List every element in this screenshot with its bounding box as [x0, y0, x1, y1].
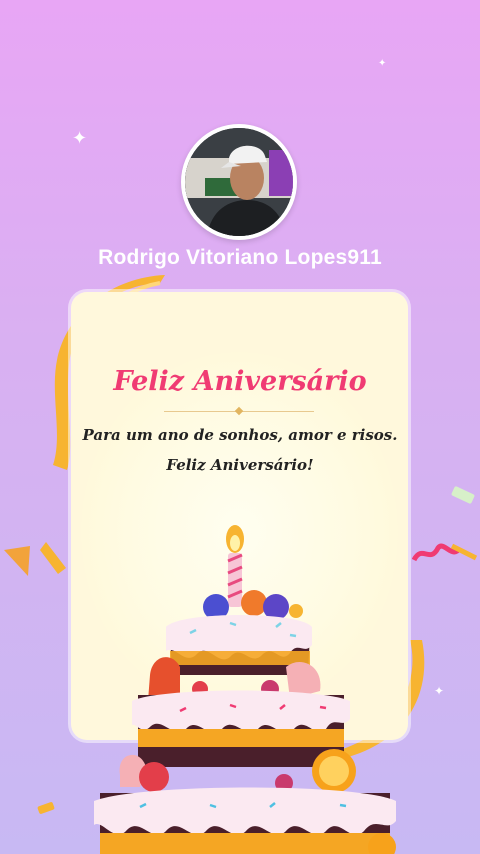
- card-title: Feliz Aniversário: [113, 366, 367, 397]
- birthday-cake-icon: [94, 525, 396, 854]
- profile-username: Rodrigo Vitoriano Lopes911: [98, 246, 382, 269]
- sparkle-icon: ✦: [434, 684, 445, 698]
- card-message-line1: Para um ano de sonhos, amor e risos.: [82, 426, 398, 444]
- confetti-decoration: [37, 802, 55, 814]
- card-message-line2: Feliz Aniversário!: [166, 456, 314, 474]
- sparkle-icon: ✦: [378, 58, 387, 69]
- confetti-decoration: [451, 486, 475, 504]
- profile-avatar[interactable]: [181, 124, 297, 240]
- avatar-photo: [185, 128, 293, 236]
- confetti-decoration: [4, 542, 66, 576]
- sparkle-icon: ✦: [72, 128, 88, 149]
- confetti-decoration: [412, 543, 478, 562]
